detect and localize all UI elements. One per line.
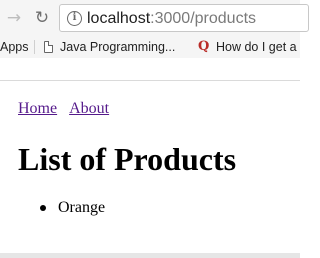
bookmark-java-programming[interactable]: Java Programming... [44, 39, 175, 55]
page-content: Home About List of Products Orange [0, 81, 300, 253]
document-icon [44, 41, 53, 53]
forward-button[interactable]: → [4, 8, 24, 28]
bookmark-quora[interactable]: Q How do I get a [198, 39, 297, 55]
url-path: :3000/products [150, 10, 257, 27]
window-bottom-edge [0, 253, 300, 258]
address-bar[interactable]: i localhost:3000/products [59, 4, 309, 32]
info-icon[interactable]: i [67, 11, 82, 26]
url-host: localhost [87, 10, 151, 27]
home-link[interactable]: Home [18, 100, 57, 117]
browser-toolbar: → ↻ i localhost:3000/products [0, 0, 309, 36]
url-text[interactable]: localhost:3000/products [87, 10, 256, 28]
site-nav: Home About [18, 100, 109, 118]
reload-button[interactable]: ↻ [32, 8, 52, 28]
bookmark-quora-label: How do I get a [216, 40, 297, 54]
bookmark-separator [34, 40, 35, 54]
bookmark-apps[interactable]: Apps [0, 39, 29, 55]
bookmark-java-label: Java Programming... [60, 40, 176, 54]
bookmark-apps-label: Apps [0, 40, 29, 54]
about-link[interactable]: About [69, 100, 109, 117]
page-title: List of Products [18, 141, 237, 177]
reload-icon: ↻ [34, 8, 50, 28]
bookmarks-bar: Apps Java Programming... Q How do I get … [0, 36, 300, 58]
product-item: Orange [39, 199, 106, 216]
quora-icon: Q [198, 39, 210, 54]
arrow-right-icon: → [6, 8, 22, 28]
product-list: Orange [39, 199, 106, 217]
